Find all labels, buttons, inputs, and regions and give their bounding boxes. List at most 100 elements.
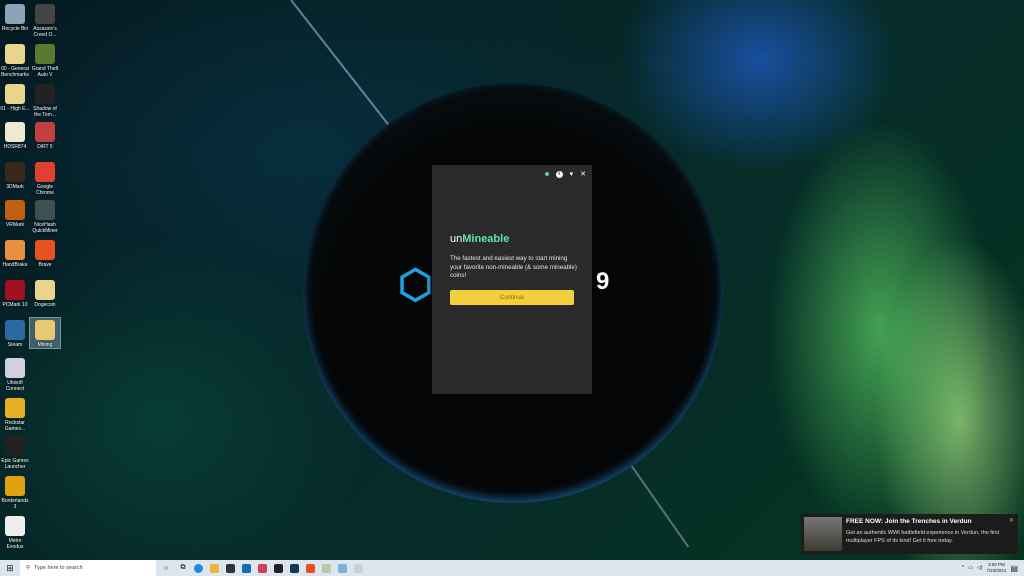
desktop-icon-label: 01 - High E... [0,106,30,112]
desktop-icon-label: DiRT 5 [37,144,53,150]
mail-icon[interactable] [241,563,251,573]
desktop-icon[interactable]: Dogecoin [30,278,60,308]
taskbar: ⊞ ⚲ Type here to search ○ ⧉ ^ ▭ ◁) 3:58 P… [0,560,1024,576]
verdun-thumbnail [804,517,842,551]
desktop-icon-label: Recycle Bin [1,26,29,32]
app-icon [35,200,55,220]
desktop-icon-label: Metro Exodus [6,538,24,550]
desktop-icon-label: HandBrake [2,262,28,268]
app-icon[interactable] [321,563,331,573]
desktop-icon-label: HDSR874 [3,144,27,150]
app-icon [35,4,55,24]
app-icon [5,122,25,142]
app-icon [5,44,25,64]
unmineable-dialog: i ▾ ✕ unMineable The fastest and easiest… [432,165,592,394]
brave-icon[interactable] [305,563,315,573]
app-icon [35,162,55,182]
app-icon [5,4,25,24]
app-icon [35,240,55,260]
app-icon [5,476,25,496]
start-button[interactable]: ⊞ [0,560,20,576]
desktop-icon[interactable]: Steam [0,318,30,348]
desktop-icon-label: VRMark [5,222,25,228]
info-icon[interactable]: i [555,170,563,178]
wallpaper-logo-left: ⬡ [398,263,433,307]
edge-icon[interactable] [193,563,203,573]
app-icon [35,122,55,142]
desktop-icon[interactable]: Assassin's Creed O... [30,2,60,38]
search-icon: ⚲ [26,565,31,571]
app-icon [35,320,55,340]
app-icon [5,398,25,418]
desktop-icon[interactable]: Rockstar Games... [0,396,30,432]
app-icon[interactable] [337,563,347,573]
desktop-icon[interactable]: 3DMark [0,160,30,190]
volume-icon[interactable]: ◁) [977,565,983,571]
brand-name: Mineable [462,233,510,245]
desktop-icon-label: Mining [37,342,53,348]
desktop-icon[interactable]: Grand Theft Auto V [30,42,60,78]
desktop-icon-label: Rockstar Games... [4,420,26,432]
desktop-icon-label: Grand Theft Auto V [31,66,59,78]
desktop-icon[interactable]: 01 - High E... [0,82,30,112]
desktop-icon[interactable]: Metro Exodus [0,514,30,550]
desktop-icon-label: Ubisoft Connect [5,380,25,392]
desktop-icon[interactable]: Epic Games Launcher [0,434,30,470]
app-icon [5,162,25,182]
desktop-icon[interactable]: VRMark [0,198,30,228]
desktop-icon-label: 3DMark [6,184,24,190]
desktop-icon[interactable]: Borderlands 3 [0,474,30,510]
app-icon [5,358,25,378]
close-icon[interactable]: ✕ [1009,517,1014,524]
desktop-icon[interactable]: Ubisoft Connect [0,356,30,392]
notification-toast[interactable]: FREE NOW: Join the Trenches in Verdun Ge… [801,514,1018,554]
app-icon [5,84,25,104]
toast-body: Get an authentic WWI battlefield experie… [846,530,1000,544]
pin-icon[interactable]: ▾ [570,170,574,178]
task-view-icon[interactable]: ⧉ [176,564,190,572]
network-icon[interactable]: ▭ [968,565,973,571]
desktop-icon[interactable]: HandBrake [0,238,30,268]
store-icon[interactable] [225,563,235,573]
app-title: unMineable [450,233,509,245]
clock[interactable]: 3:58 PM 7/23/2021 [986,562,1006,574]
app-icon [5,200,25,220]
toast-title: FREE NOW: Join the Trenches in Verdun [846,518,972,525]
desktop-icon[interactable]: Google Chrome [30,160,60,196]
desktop-icon-label: 00 - General Benchmarks [1,66,29,78]
wallpaper-logo-right: 9 [596,268,610,295]
cortana-icon[interactable]: ○ [156,565,176,572]
notepad-icon[interactable] [353,563,363,573]
chevron-up-icon[interactable]: ^ [962,565,964,571]
file-explorer-icon[interactable] [209,563,219,573]
desktop-icon[interactable]: HDSR874 [0,120,30,150]
search-placeholder: Type here to search [34,565,83,571]
continue-button[interactable]: Continue [450,290,574,305]
app-icon [35,280,55,300]
desktop-icon-label: Borderlands 3 [1,498,29,510]
dropbox-icon[interactable] [273,563,283,573]
desktop-icon[interactable]: 00 - General Benchmarks [0,42,30,78]
app-icon[interactable] [257,563,267,573]
desktop-icon-label: NiceHash QuickMiner [32,222,58,234]
close-icon[interactable]: ✕ [580,170,586,178]
app-icon[interactable] [289,563,299,573]
desktop-icon-label: Brave [38,262,52,268]
desktop-icon[interactable]: PCMark 10 [0,278,30,308]
system-tray: ^ ▭ ◁) 3:58 PM 7/23/2021 ▤ [962,560,1024,576]
desktop-icon-label: Dogecoin [34,302,56,308]
desktop-icon-label: PCMark 10 [2,302,28,308]
desktop-icon[interactable]: Shadow of the Tom... [30,82,60,118]
desktop-icon[interactable]: Brave [30,238,60,268]
app-icon [5,240,25,260]
desktop-icon[interactable]: Recycle Bin [0,2,30,32]
desktop-icon-label: Google Chrome [36,184,54,196]
desktop-icon-label: Assassin's Creed O... [33,26,57,38]
desktop-icon[interactable]: NiceHash QuickMiner [30,198,60,234]
desktop-icon[interactable]: Mining [29,317,61,349]
desktop-icon-label: Steam [7,342,23,348]
search-box[interactable]: ⚲ Type here to search [20,560,156,576]
notifications-icon[interactable]: ▤ [1010,564,1018,573]
app-icon [5,280,25,300]
desktop-icon[interactable]: DiRT 5 [30,120,60,150]
